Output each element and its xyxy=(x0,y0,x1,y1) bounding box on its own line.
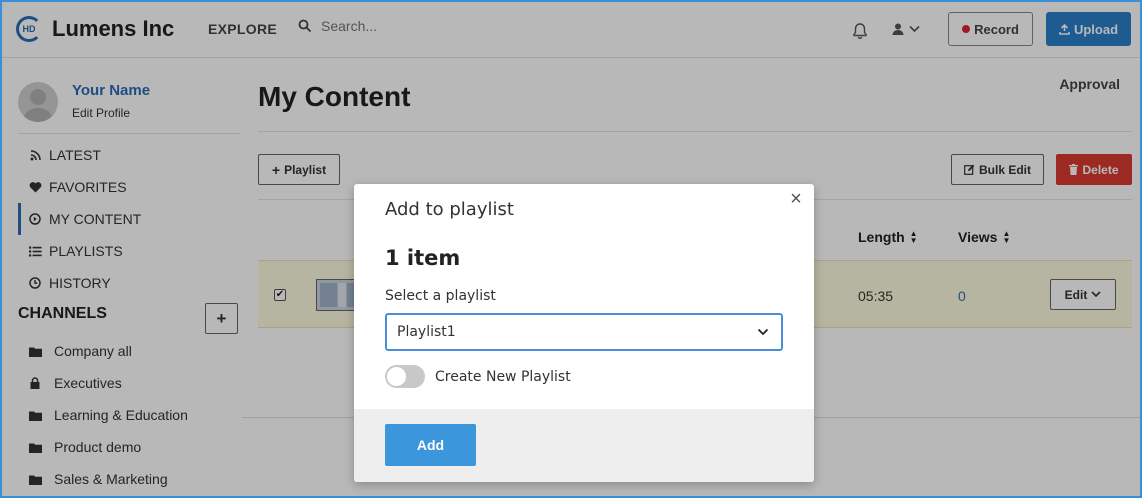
select-playlist-label: Select a playlist xyxy=(385,288,496,304)
create-new-playlist-toggle[interactable] xyxy=(385,365,425,388)
toggle-knob xyxy=(387,367,406,386)
add-button[interactable]: Add xyxy=(385,424,476,466)
app-window: HD Lumens Inc EXPLORE Record Upload Your… xyxy=(0,0,1142,498)
app-root: HD Lumens Inc EXPLORE Record Upload Your… xyxy=(2,2,1140,496)
item-count: 1 item xyxy=(385,246,461,270)
create-new-playlist-row: Create New Playlist xyxy=(385,365,571,388)
dialog-title: Add to playlist xyxy=(385,199,514,220)
create-new-playlist-label: Create New Playlist xyxy=(435,368,571,385)
add-to-playlist-dialog: Add to playlist × 1 item Select a playli… xyxy=(354,184,814,482)
close-icon[interactable]: × xyxy=(786,188,806,210)
chevron-down-icon xyxy=(757,328,769,336)
dialog-footer: Add xyxy=(354,409,814,482)
playlist-select[interactable]: Playlist1 xyxy=(385,313,783,351)
playlist-select-value: Playlist1 xyxy=(397,324,456,340)
